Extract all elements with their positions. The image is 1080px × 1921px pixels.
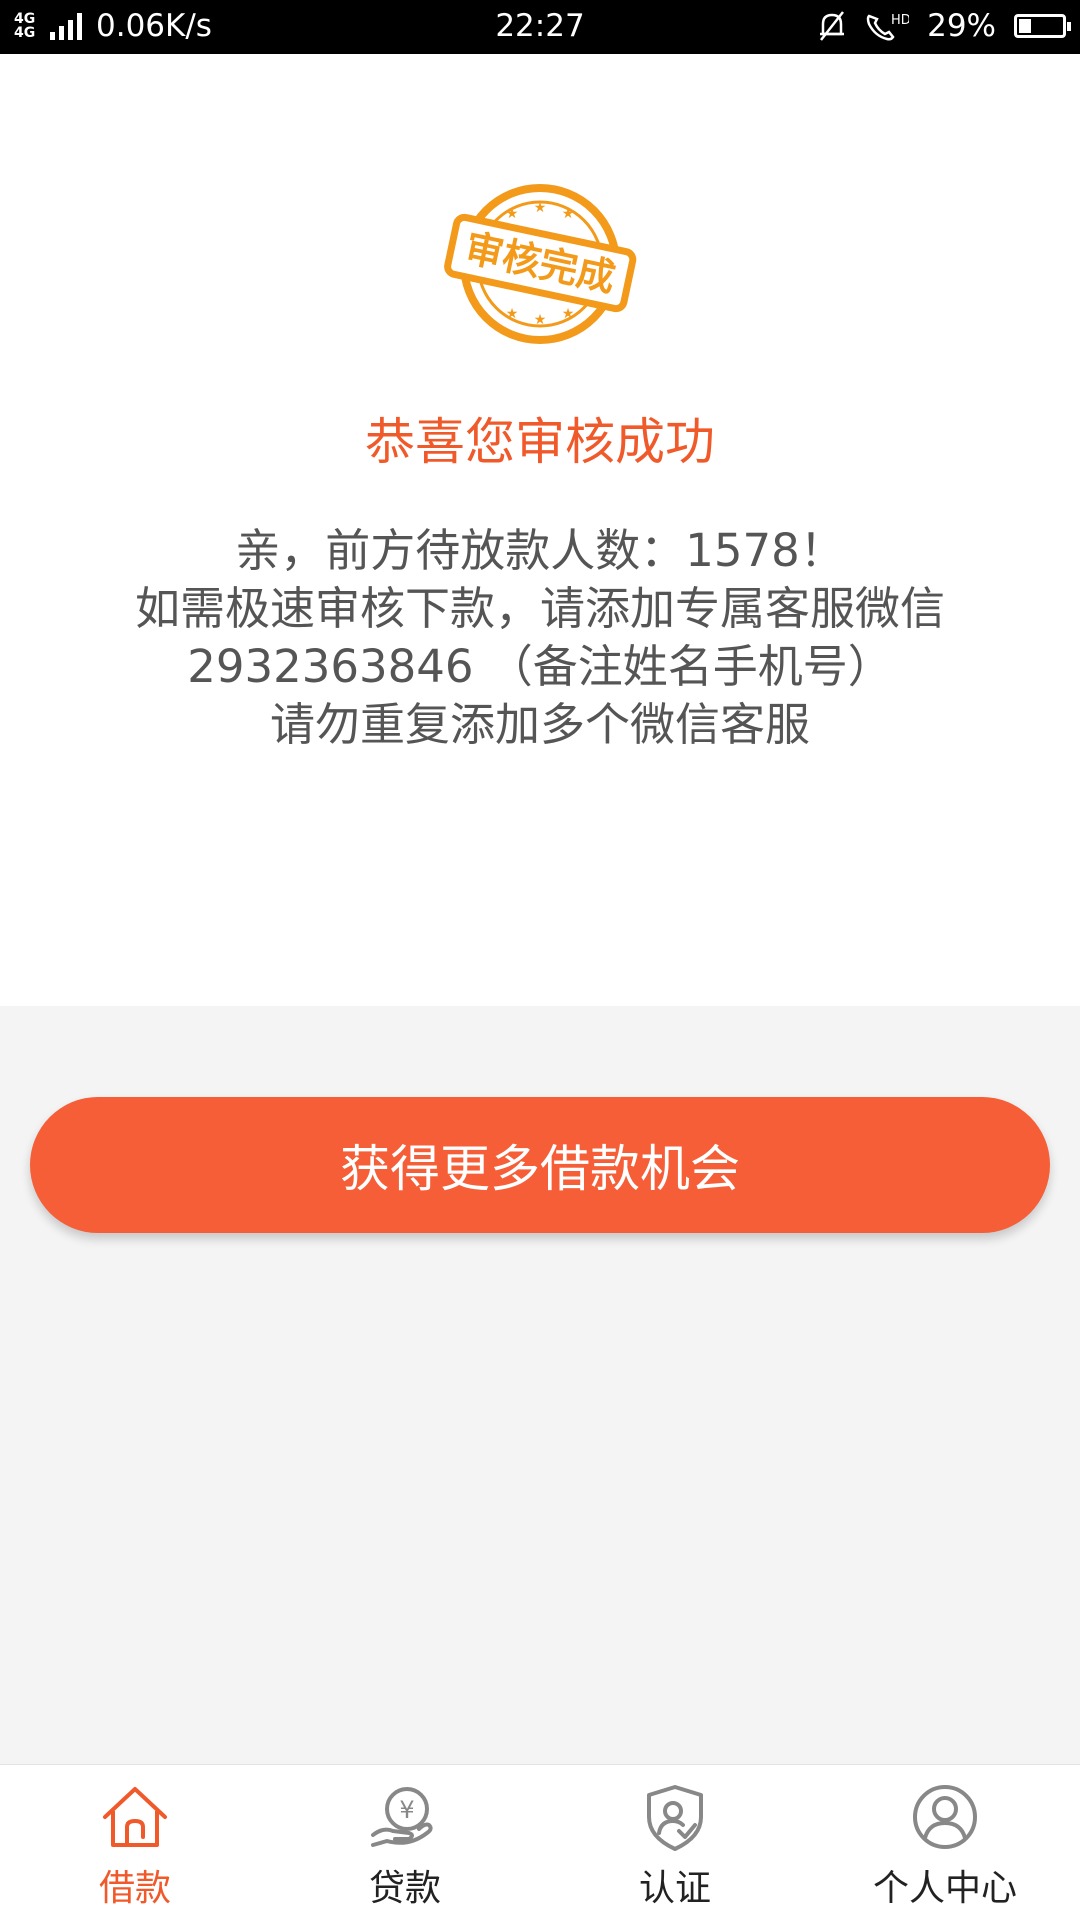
result-card: ★ ★ ★ ★ ★ ★ 审核完成 恭喜您审核成功 亲，前方待放款人数：1578！ 如需极… — [0, 54, 1080, 1006]
message-line: 亲，前方待放款人数：1578！ — [235, 524, 845, 577]
tab-label: 借款 — [98, 1868, 171, 1909]
status-right: HD 29% — [817, 8, 1071, 44]
mute-bell-icon — [820, 11, 845, 41]
svg-text:★: ★ — [534, 200, 547, 216]
status-bar: 4G 4G 0.06K/s 22:27 HD 29% — [0, 0, 1080, 54]
battery-icon — [1014, 14, 1071, 38]
tab-label: 认证 — [638, 1868, 711, 1909]
message-line: 请勿重复添加多个微信客服 — [269, 698, 810, 751]
bottom-tab-bar: 借款 ¥ 贷款 认证 个人中心 — [0, 1764, 1080, 1921]
hd-call-icon: HD — [866, 13, 909, 41]
svg-text:★: ★ — [534, 312, 547, 328]
tab-label: 个人中心 — [872, 1868, 1017, 1909]
message-line: 2932363846 （备注姓名手机号） — [187, 640, 893, 693]
svg-text:¥: ¥ — [399, 1796, 414, 1824]
svg-text:HD: HD — [891, 13, 909, 28]
tab-profile[interactable]: 个人中心 — [810, 1765, 1080, 1921]
shield-user-icon — [647, 1785, 703, 1851]
more-loan-chances-button[interactable]: 获得更多借款机会 — [30, 1097, 1050, 1233]
battery-percent: 29% — [927, 8, 996, 44]
message-text: 亲，前方待放款人数：1578！ 如需极速审核下款，请添加专属客服微信 29323… — [0, 522, 1080, 754]
yuan-hand-icon: ¥ — [371, 1787, 433, 1847]
tab-verify[interactable]: 认证 — [540, 1765, 810, 1921]
tab-label: 贷款 — [368, 1868, 441, 1909]
svg-text:★: ★ — [562, 206, 575, 222]
svg-text:★: ★ — [506, 306, 519, 322]
user-circle-icon — [913, 1785, 977, 1849]
tab-borrow[interactable]: 借款 — [0, 1765, 270, 1921]
svg-text:★: ★ — [506, 206, 519, 222]
tab-loan[interactable]: ¥ 贷款 — [270, 1765, 540, 1921]
approved-stamp-icon: ★★ ★ ★★ ★ 审核完成 — [444, 184, 637, 344]
page-title: 恭喜您审核成功 — [365, 413, 715, 471]
svg-text:★: ★ — [562, 306, 575, 322]
message-line: 如需极速审核下款，请添加专属客服微信 — [134, 582, 945, 635]
home-icon — [103, 1787, 167, 1847]
